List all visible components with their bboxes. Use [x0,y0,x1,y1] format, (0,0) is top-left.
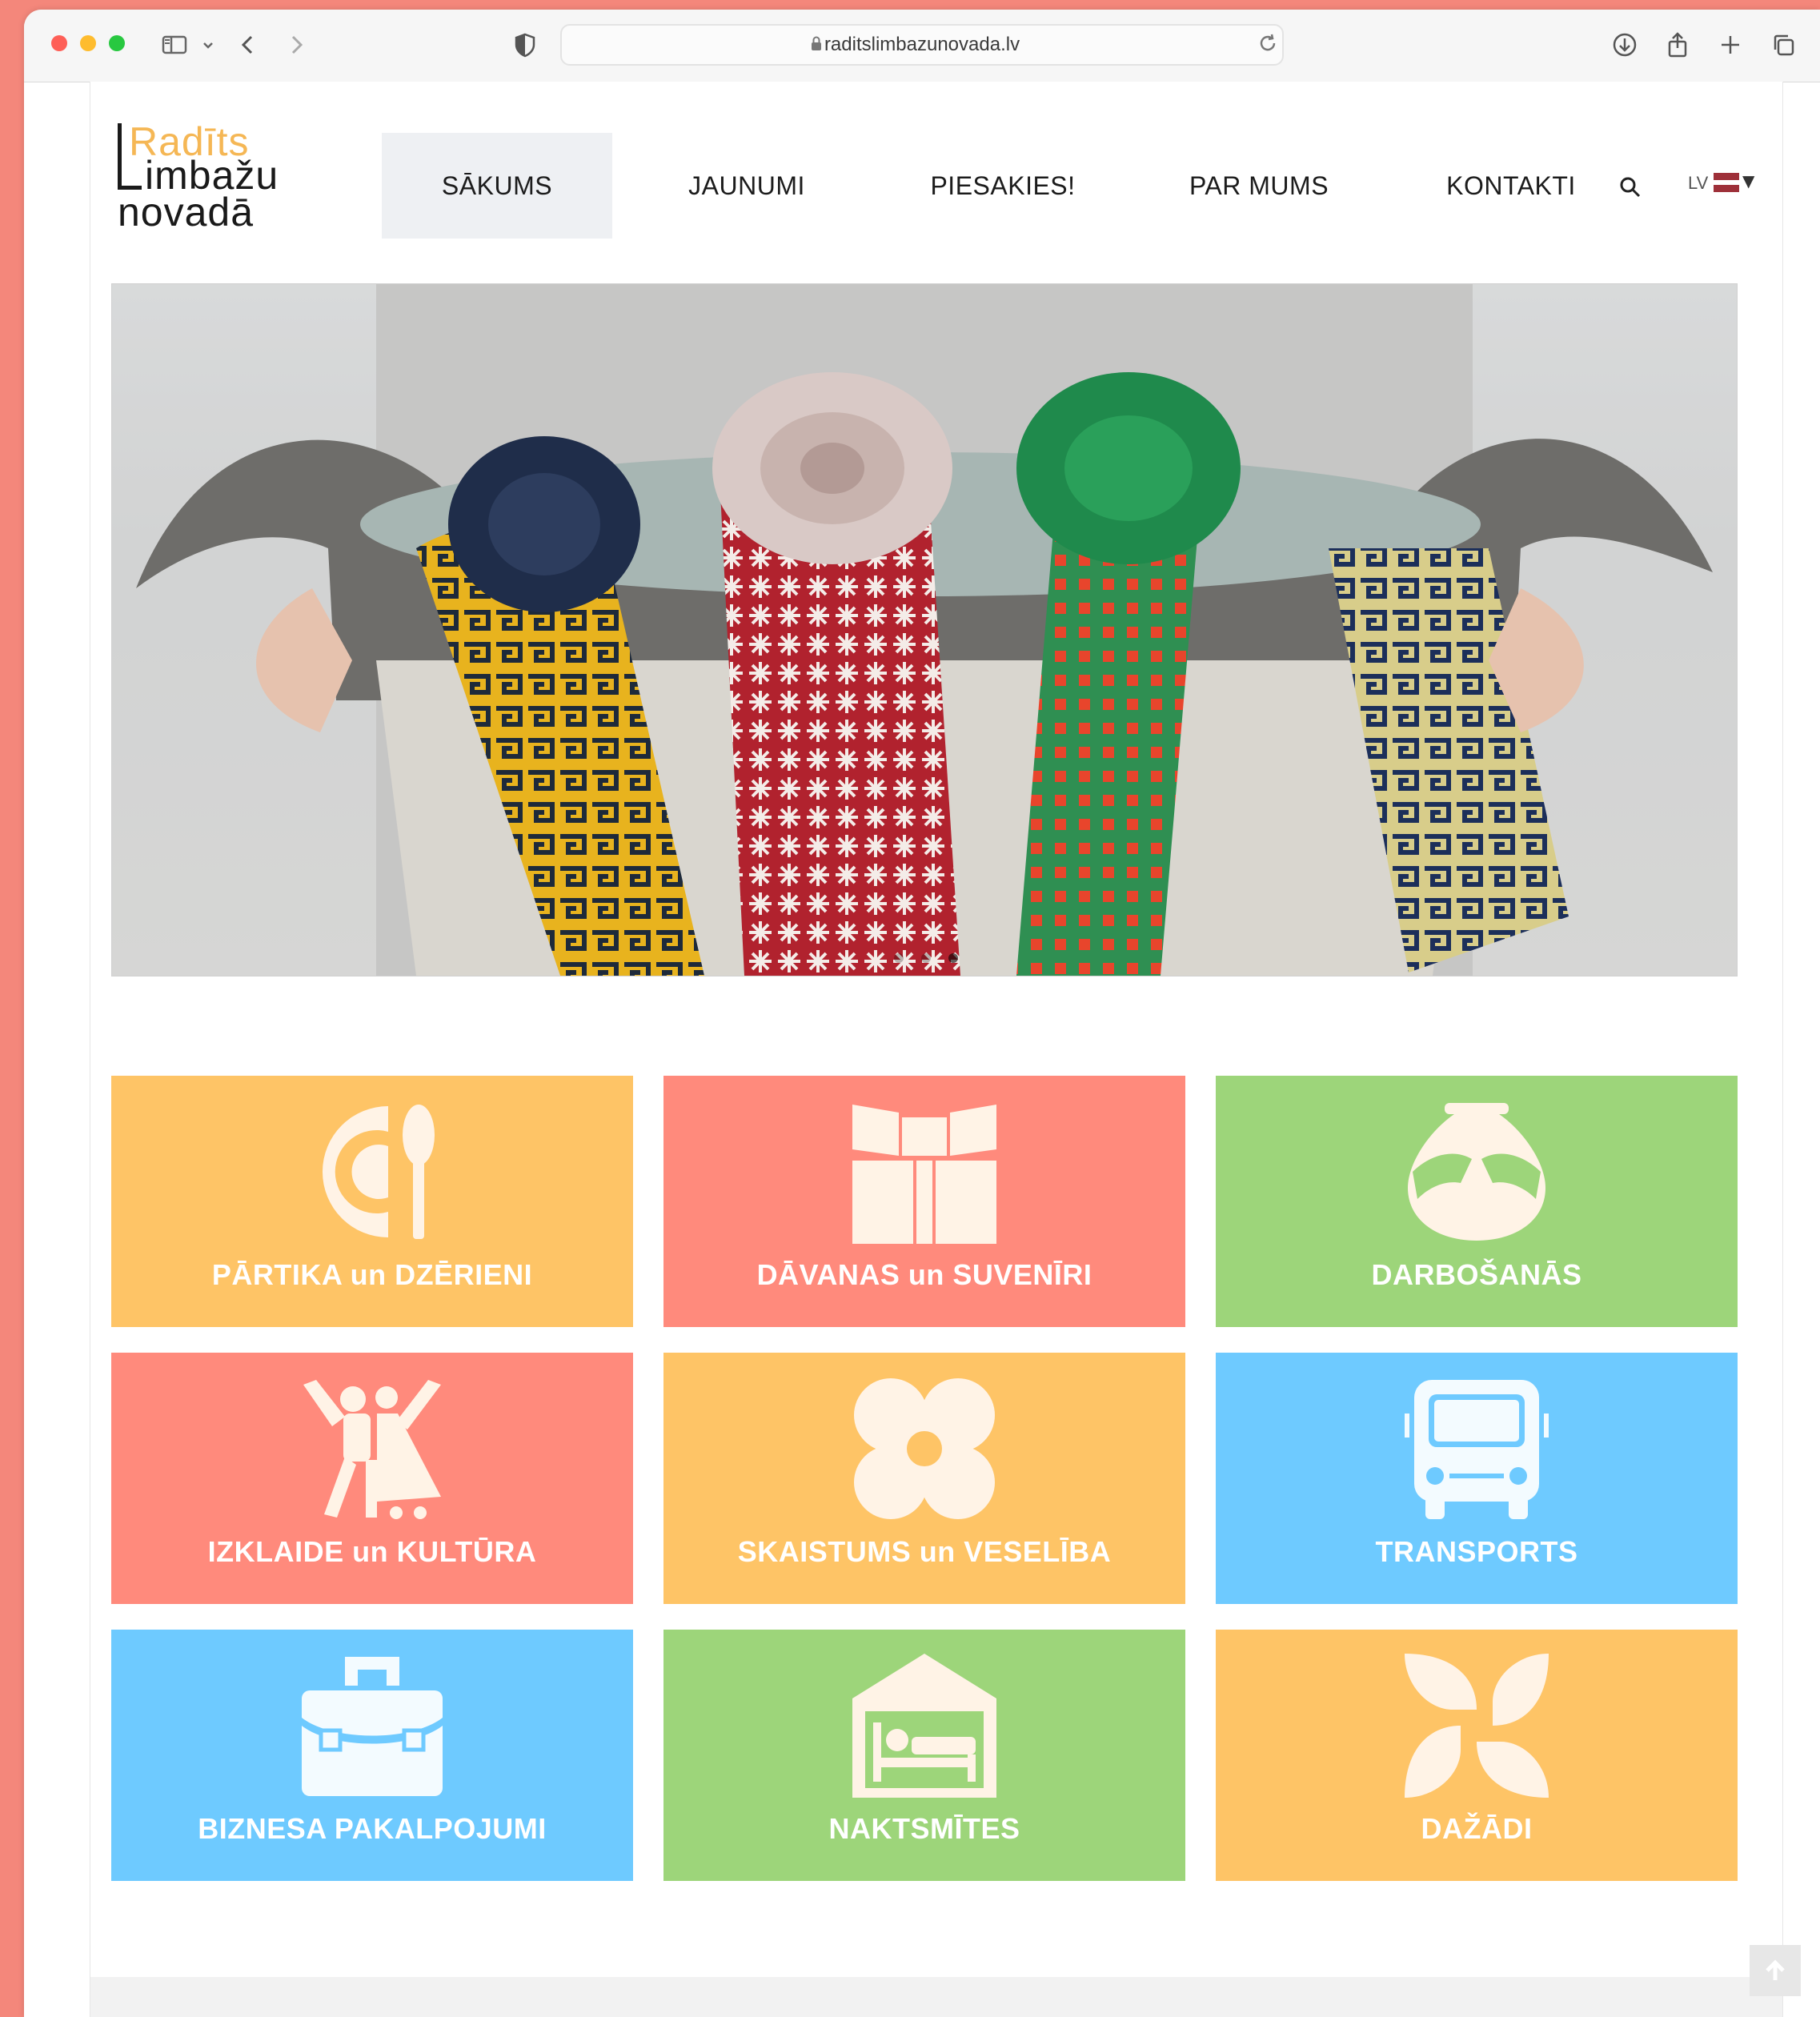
pinwheel-icon [1405,1654,1549,1798]
logo-line-3: novadā [118,190,255,235]
logo-l-stroke [118,123,122,189]
category-label: DAŽĀDI [1421,1812,1533,1845]
scroll-to-top-button[interactable] [1750,1945,1801,1996]
category-tile-darbosanas[interactable]: DARBOŠANĀS [1216,1076,1738,1327]
dancers-icon [300,1377,444,1521]
sidebar-toggle-icon[interactable] [160,30,189,59]
category-tile-izklaide[interactable]: IZKLAIDE un KULTŪRA [111,1353,633,1604]
arrow-up-icon [1766,1959,1785,1980]
forward-arrow-icon[interactable] [282,30,311,59]
close-window-button[interactable] [51,35,67,51]
pottery-hands-icon [1405,1100,1549,1244]
language-code[interactable]: LV [1688,173,1708,194]
downloads-icon[interactable] [1610,30,1639,59]
site-logo[interactable]: Radīts imbažu novadā [118,119,326,243]
plate-spoon-icon [300,1100,444,1244]
category-tile-skaistums[interactable]: SKAISTUMS un VESELĪBA [663,1353,1185,1604]
nav-item-par-mums[interactable]: PAR MUMS [1155,133,1363,239]
minimize-window-button[interactable] [80,35,96,51]
tab-overview-icon[interactable] [1769,30,1798,59]
latvia-flag-icon[interactable] [1714,173,1739,192]
category-label: DĀVANAS un SUVENĪRI [756,1258,1092,1291]
category-label: TRANSPORTS [1375,1535,1578,1568]
category-label: NAKTSMĪTES [828,1812,1020,1845]
category-label: DARBOŠANĀS [1371,1258,1582,1291]
chevron-down-icon[interactable] [194,30,213,59]
reload-icon[interactable] [1257,32,1279,54]
hero-slider-image[interactable] [111,283,1738,976]
slider-dot-1[interactable] [894,953,904,963]
category-tile-biznesa[interactable]: BIZNESA PAKALPOJUMI [111,1630,633,1881]
zoom-window-button[interactable] [109,35,125,51]
nav-item-sakums[interactable]: SĀKUMS [382,133,612,239]
browser-toolbar: raditslimbazunovada.lv [24,10,1820,82]
search-icon[interactable] [1618,174,1643,200]
lock-icon [810,35,823,51]
category-tile-davanas[interactable]: DĀVANAS un SUVENĪRI [663,1076,1185,1327]
slider-dot-3[interactable] [948,953,958,963]
woven-belts-illustration [112,284,1737,976]
footer-strip [90,1977,1782,2017]
category-label: IZKLAIDE un KULTŪRA [207,1535,537,1568]
briefcase-icon [300,1654,444,1798]
category-tile-transports[interactable]: TRANSPORTS [1216,1353,1738,1604]
category-label: BIZNESA PAKALPOJUMI [198,1812,547,1845]
address-bar[interactable]: raditslimbazunovada.lv [560,24,1284,66]
language-dropdown-caret-icon[interactable]: ▼ [1742,171,1754,190]
privacy-shield-icon[interactable] [511,30,539,59]
category-tile-naktsmites[interactable]: NAKTSMĪTES [663,1630,1185,1881]
category-tile-partika[interactable]: PĀRTIKA un DZĒRIENI [111,1076,633,1327]
nav-item-kontakti[interactable]: KONTAKTI [1411,133,1611,239]
category-tile-dazadi[interactable]: DAŽĀDI [1216,1630,1738,1881]
slider-dot-2[interactable] [921,953,931,963]
nav-item-piesakies[interactable]: PIESAKIES! [899,133,1107,239]
bus-icon [1405,1377,1549,1521]
category-label: PĀRTIKA un DZĒRIENI [211,1258,533,1291]
new-tab-plus-icon[interactable] [1716,30,1745,59]
share-icon[interactable] [1663,30,1692,59]
url-text: raditslimbazunovada.lv [824,34,1020,55]
category-grid: PĀRTIKA un DZĒRIENI DĀVANAS un SUVENĪRI … [111,1076,1738,1881]
house-bed-icon [852,1654,996,1798]
browser-window: raditslimbazunovada.lv Radīts imbažu nov… [24,10,1820,2017]
category-label: SKAISTUMS un VESELĪBA [737,1535,1112,1568]
slider-dots [894,951,976,966]
flower-icon [852,1377,996,1521]
web-page: Radīts imbažu novadā SĀKUMS JAUNUMI PIES… [90,82,1783,2017]
nav-item-jaunumi[interactable]: JAUNUMI [651,133,843,239]
back-arrow-icon[interactable] [234,30,263,59]
gift-icon [852,1100,996,1244]
